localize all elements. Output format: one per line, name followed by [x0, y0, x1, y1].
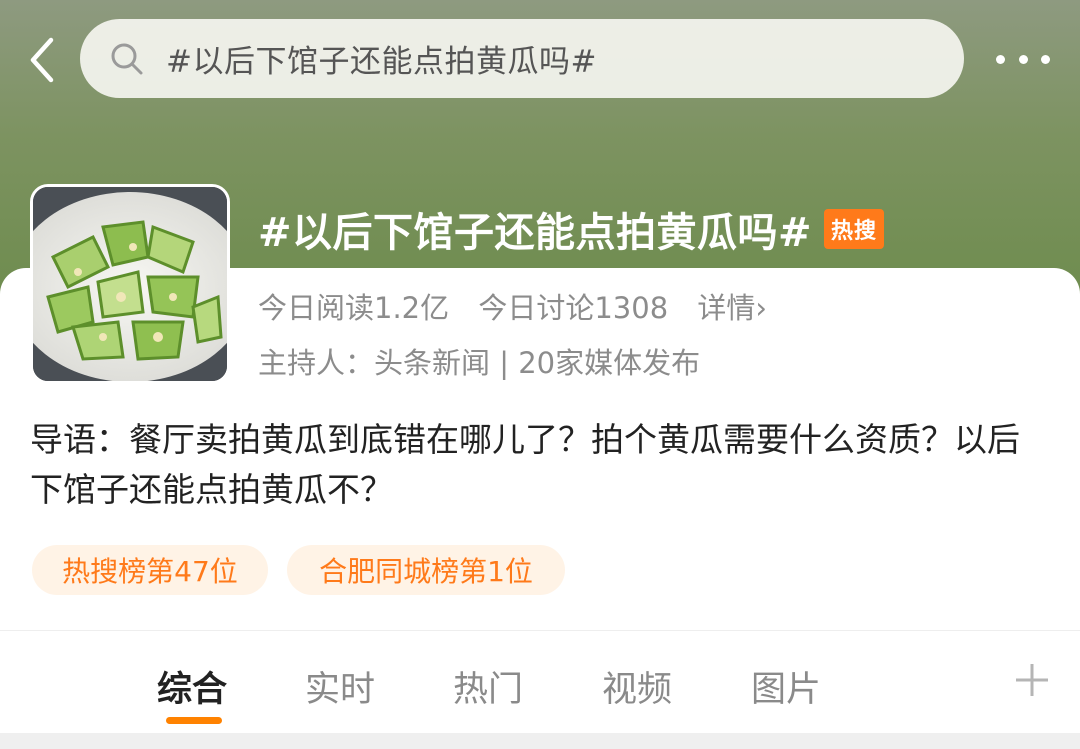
topic-guide-text: 导语：餐厅卖拍黄瓜到底错在哪儿了？拍个黄瓜需要什么资质？以后下馆子还能点拍黄瓜不…	[30, 420, 1020, 509]
topic-thumbnail-image	[30, 184, 230, 384]
topic-title-text: #以后下馆子还能点拍黄瓜吗#	[258, 210, 813, 256]
tab-bar: 综合 实时 热门 视频 图片	[0, 630, 1080, 733]
search-icon	[110, 41, 146, 77]
tab-images[interactable]: 图片	[751, 661, 821, 712]
daily-discussions: 今日讨论1308	[478, 291, 669, 325]
hot-search-badge: 热搜	[824, 209, 885, 249]
back-button[interactable]	[22, 36, 62, 84]
active-tab-indicator	[166, 717, 222, 724]
tab-video[interactable]: 视频	[602, 661, 672, 712]
daily-reads: 今日阅读1.2亿	[258, 291, 450, 325]
details-link[interactable]: 详情›	[697, 291, 767, 325]
tab-hot[interactable]: 热门	[453, 661, 523, 712]
hot-search-rank-pill[interactable]: 热搜榜第47位	[32, 545, 268, 595]
more-dots-icon	[996, 54, 1005, 64]
chevron-left-icon	[30, 37, 54, 83]
topic-host: 主持人：头条新闻 | 20家媒体发布	[258, 346, 701, 380]
add-tab-button[interactable]	[1014, 662, 1050, 698]
tab-comprehensive[interactable]: 综合	[157, 661, 227, 712]
search-query-text: #以后下馆子还能点拍黄瓜吗#	[166, 44, 597, 80]
topic-stats: 今日阅读1.2亿 今日讨论1308 详情›	[258, 285, 787, 327]
more-options-button[interactable]	[990, 40, 1056, 78]
tab-realtime[interactable]: 实时	[305, 661, 375, 712]
plus-icon	[1016, 664, 1048, 696]
search-bar[interactable]: #以后下馆子还能点拍黄瓜吗#	[80, 19, 964, 98]
topic-title: #以后下馆子还能点拍黄瓜吗# 热搜	[258, 200, 885, 258]
content-divider	[0, 733, 1080, 749]
city-rank-pill[interactable]: 合肥同城榜第1位	[287, 545, 565, 595]
